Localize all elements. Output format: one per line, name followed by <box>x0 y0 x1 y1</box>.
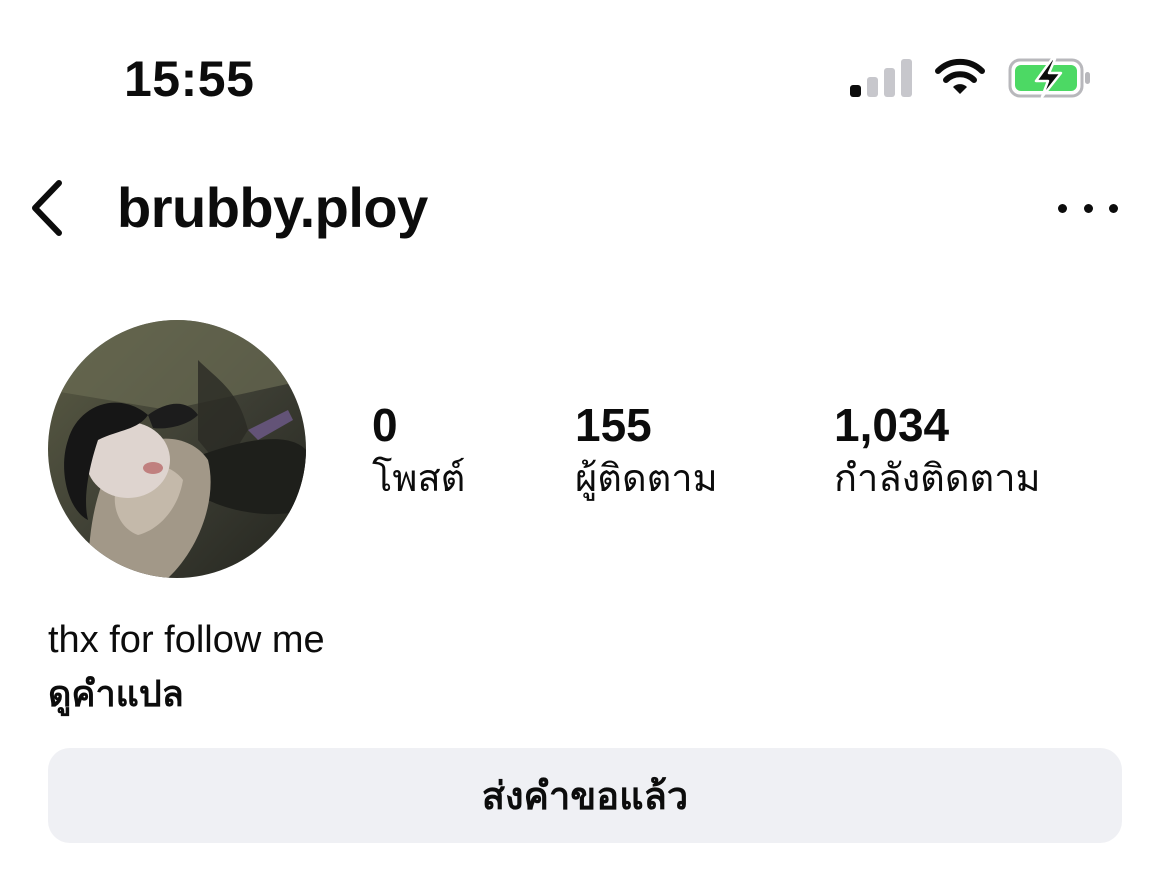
following-count: 1,034 <box>834 399 950 451</box>
posts-count: 0 <box>372 399 398 451</box>
chevron-left-icon <box>32 180 62 236</box>
wifi-icon <box>935 58 985 94</box>
followers-stat[interactable]: 155 ผู้ติดตาม <box>575 398 718 504</box>
avatar-photo <box>48 320 306 578</box>
request-sent-button[interactable]: ส่งคำขอแล้ว <box>48 748 1122 843</box>
following-label: กำลังติดตาม <box>834 458 1041 500</box>
more-horizontal-icon <box>1058 203 1067 213</box>
see-translation-link[interactable]: ดูคำแปล <box>48 668 184 720</box>
battery-charging-icon <box>1008 57 1090 99</box>
posts-label: โพสต์ <box>372 458 466 500</box>
following-stat[interactable]: 1,034 กำลังติดตาม <box>834 398 1041 504</box>
posts-stat[interactable]: 0 โพสต์ <box>372 398 465 504</box>
more-options-button[interactable] <box>1058 186 1118 230</box>
followers-label: ผู้ติดตาม <box>575 458 718 500</box>
cellular-signal-icon <box>850 59 912 97</box>
followers-count: 155 <box>575 399 652 451</box>
profile-bio: thx for follow me <box>48 619 325 661</box>
status-icons <box>850 56 1092 100</box>
status-time: 15:55 <box>124 51 255 107</box>
back-button[interactable] <box>22 176 72 240</box>
profile-username: brubby.ploy <box>117 176 428 239</box>
avatar[interactable] <box>48 320 306 578</box>
